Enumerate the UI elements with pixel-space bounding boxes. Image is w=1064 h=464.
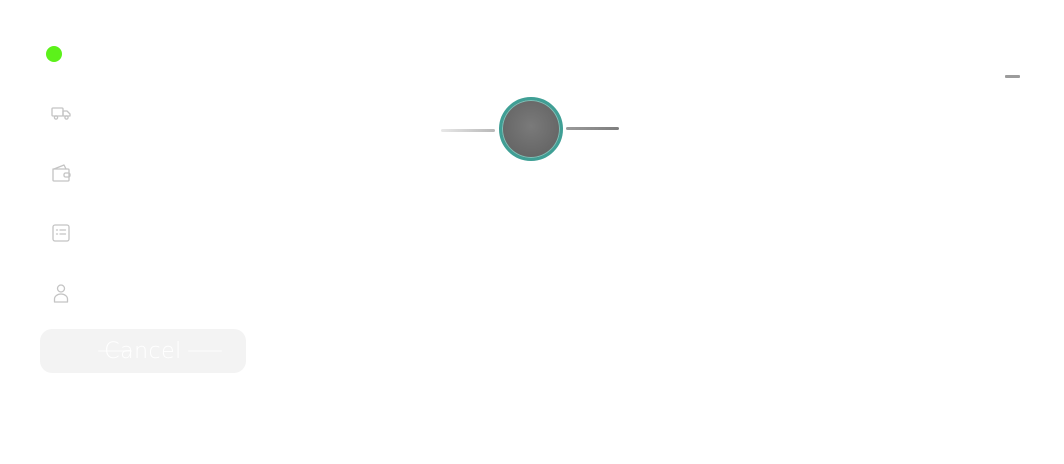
sidebar-item-orders[interactable]: [50, 222, 72, 244]
stepper-connector-right: [566, 127, 619, 130]
sidebar-item-profile[interactable]: [50, 282, 72, 304]
sidebar-item-wallet[interactable]: [50, 162, 72, 184]
status-indicator: [46, 46, 62, 62]
app-window: Cancel: [0, 0, 1064, 464]
stepper-connector-left: [441, 129, 495, 132]
minimize-icon: [1005, 75, 1020, 78]
sidebar-item-delivery[interactable]: [50, 102, 72, 124]
progress-stepper: [440, 96, 622, 162]
minimize-button[interactable]: [1002, 68, 1024, 86]
truck-icon: [50, 102, 72, 124]
wallet-icon: [50, 162, 72, 184]
button-decoration: [188, 350, 222, 352]
cancel-button-label: Cancel: [104, 338, 182, 364]
stepper-current-step: [499, 97, 563, 161]
sidebar: Cancel: [0, 0, 260, 464]
cancel-button[interactable]: Cancel: [40, 329, 246, 373]
list-icon: [50, 222, 72, 244]
user-icon: [50, 282, 72, 304]
